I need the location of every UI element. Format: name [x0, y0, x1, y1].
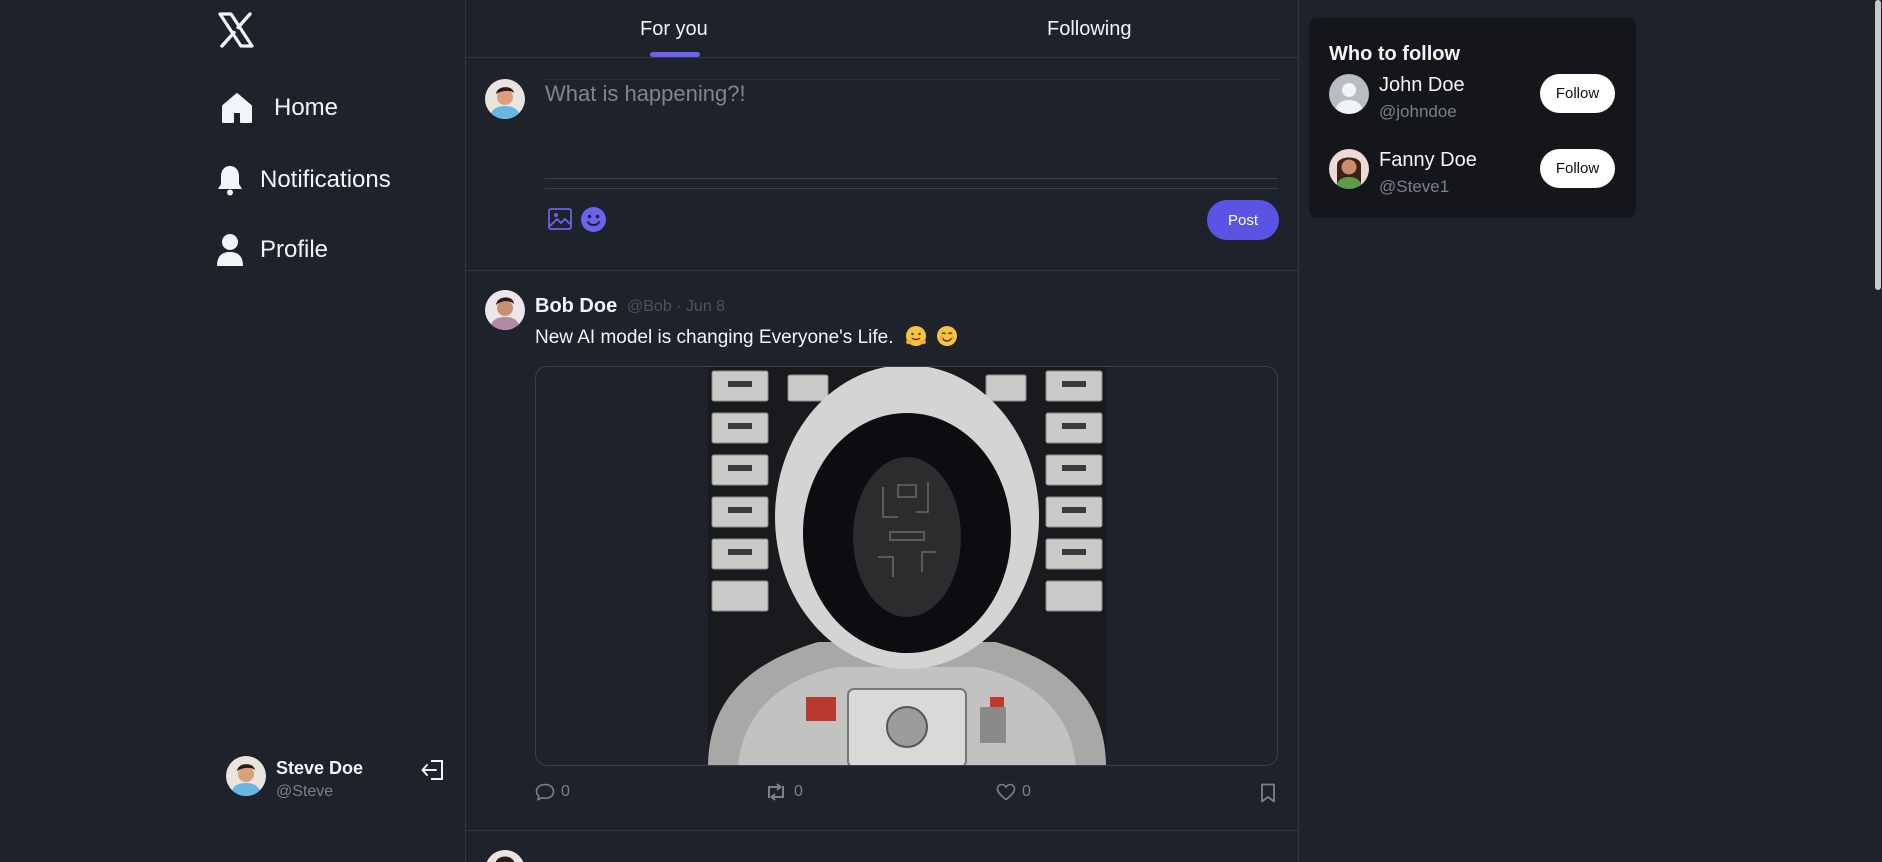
follow-suggestion[interactable]: John Doe @johndoe Follow	[1329, 74, 1619, 121]
left-sidebar: Home Notifications Profile Steve Doe @St…	[0, 0, 465, 862]
nav-item-profile[interactable]: Profile	[216, 228, 328, 272]
tweet[interactable]: Bob Doe @Bob · Jun 8 New AI model is cha…	[465, 271, 1298, 831]
home-icon	[222, 93, 252, 123]
repost-count: 0	[794, 783, 803, 800]
current-user-card[interactable]: Steve Doe @Steve	[226, 756, 446, 800]
bell-icon	[218, 166, 242, 196]
suggestion-handle: @johndoe	[1379, 102, 1457, 121]
avatar[interactable]	[485, 850, 525, 862]
hugging-face-emoji	[905, 326, 926, 346]
follow-button[interactable]: Follow	[1540, 149, 1615, 188]
emoji-icon[interactable]	[580, 206, 607, 233]
current-user-name: Steve Doe	[276, 758, 364, 778]
scrollbar-thumb[interactable]	[1875, 0, 1881, 290]
divider	[545, 188, 1278, 189]
avatar	[226, 756, 266, 796]
tweet-media[interactable]	[535, 366, 1278, 766]
nav-item-label: Profile	[260, 236, 329, 263]
post-button[interactable]: Post	[1207, 200, 1279, 240]
tab-for-you[interactable]: For you	[640, 18, 708, 41]
astronaut-with-circuit-face-image	[708, 367, 1106, 765]
suggestion-name: John Doe	[1379, 74, 1465, 96]
app-root: Home Notifications Profile Steve Doe @St…	[0, 0, 1882, 862]
suggestion-name: Fanny Doe	[1379, 149, 1477, 171]
image-icon[interactable]	[548, 208, 572, 230]
tweet-author-name[interactable]: Bob Doe	[535, 295, 617, 318]
tweet-actions: 0 0 0	[535, 783, 1278, 809]
bookmark-icon	[1261, 783, 1275, 803]
tweet-text: New AI model is changing Everyone's Life…	[535, 327, 894, 348]
compose-input[interactable]	[545, 80, 1278, 176]
who-to-follow-title: Who to follow	[1329, 43, 1461, 65]
current-user-handle: @Steve	[276, 783, 334, 800]
tweet-meta: @Bob · Jun 8	[627, 298, 726, 315]
heart-icon	[996, 783, 1016, 801]
smiling-face-emoji	[937, 326, 958, 346]
nav-item-home[interactable]: Home	[216, 86, 338, 130]
x-logo-icon[interactable]	[216, 10, 256, 50]
divider	[1298, 0, 1299, 862]
main-feed: For you Following What is happening?! Po…	[465, 0, 1298, 862]
post-composer: Post	[465, 58, 1298, 271]
avatar	[1329, 149, 1369, 189]
suggestion-handle: @Steve1	[1379, 177, 1450, 196]
bookmark-button[interactable]	[1259, 783, 1283, 803]
repost-icon	[768, 783, 784, 801]
user-icon	[217, 234, 243, 266]
tweet-text-row: New AI model is changing Everyone's Life…	[535, 325, 958, 349]
reply-button[interactable]: 0	[535, 783, 570, 801]
feed-tabs: For you Following	[465, 0, 1298, 58]
who-to-follow-card: Who to follow John Doe @johndoe Follow F…	[1309, 18, 1636, 218]
reply-count: 0	[561, 783, 570, 800]
active-tab-indicator	[650, 52, 700, 57]
nav-item-label: Home	[274, 94, 339, 121]
follow-suggestion[interactable]: Fanny Doe @Steve1 Follow	[1329, 149, 1619, 196]
tab-following[interactable]: Following	[1047, 18, 1131, 41]
logout-icon[interactable]	[420, 758, 446, 782]
like-button[interactable]: 0	[996, 783, 1031, 801]
avatar[interactable]	[485, 290, 525, 330]
like-count: 0	[1022, 783, 1031, 800]
nav-item-notifications[interactable]: Notifications	[216, 158, 391, 202]
follow-button[interactable]: Follow	[1540, 74, 1615, 113]
reply-icon	[535, 783, 555, 801]
nav-item-label: Notifications	[260, 166, 391, 193]
avatar	[485, 79, 525, 119]
repost-button[interactable]: 0	[764, 783, 803, 801]
divider	[545, 178, 1278, 179]
avatar	[1329, 74, 1369, 114]
